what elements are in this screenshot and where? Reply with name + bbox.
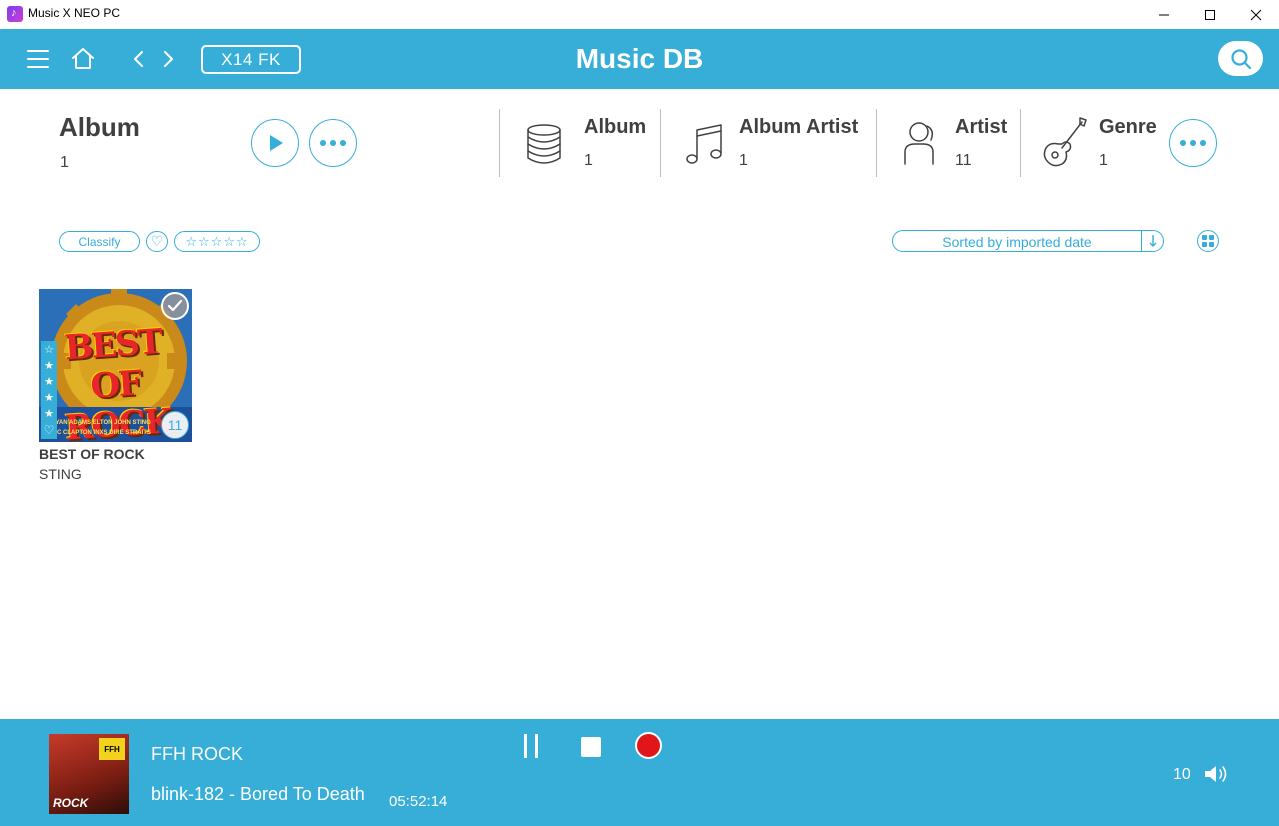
minimize-icon [1159, 14, 1169, 15]
music-note-icon [685, 122, 725, 173]
heart-icon: ♡ [150, 233, 164, 249]
maximize-button[interactable] [1187, 0, 1233, 29]
record-button[interactable] [635, 732, 662, 759]
sort-direction-button[interactable] [1141, 231, 1164, 251]
chevron-left-icon [134, 51, 143, 67]
page-title: Music DB [575, 43, 704, 74]
device-selector-button[interactable]: X14 FK [201, 45, 301, 74]
category-artist-count: 11 [955, 152, 972, 169]
maximize-icon [1205, 9, 1215, 20]
rating-filter-button[interactable]: ☆☆☆☆☆ [174, 231, 260, 252]
volume-level: 10 [1173, 766, 1191, 783]
now-playing-station: FFH ROCK [151, 744, 243, 764]
category-album-artist-count: 1 [739, 152, 748, 169]
window-title: Music X NEO PC [28, 6, 121, 20]
close-button[interactable] [1233, 0, 1279, 29]
star-rating-icon: ☆☆☆☆☆ [185, 233, 249, 249]
classify-button[interactable]: Classify [59, 231, 140, 252]
back-button[interactable] [131, 49, 147, 74]
star-outline-icon: ☆ [44, 344, 54, 356]
more-dots-icon [320, 140, 346, 146]
view-mode-button[interactable] [1197, 230, 1219, 252]
pause-button[interactable] [522, 734, 542, 758]
speaker-icon [1205, 766, 1227, 782]
stop-icon [581, 737, 601, 757]
section-count: 1 [60, 154, 69, 171]
sort-dropdown[interactable]: Sorted by imported date [892, 230, 1164, 252]
divider [499, 109, 500, 177]
minimize-button[interactable] [1141, 0, 1187, 29]
now-playing-cover-label: ROCK [53, 796, 89, 810]
divider [876, 109, 877, 177]
album-cover[interactable]: BEST OF ROCK BRYAN ADAMS ELTON JOHN STIN… [39, 289, 192, 442]
categories-more-button[interactable] [1169, 119, 1217, 167]
play-icon [270, 135, 283, 151]
category-artist-label[interactable]: Artist [955, 116, 1007, 139]
sort-label: Sorted by imported date [942, 234, 1092, 250]
chevron-right-icon [164, 51, 173, 67]
heart-icon[interactable]: ♡ [44, 424, 55, 436]
now-playing-track: blink-182 - Bored To Death [151, 784, 365, 804]
divider [1020, 109, 1021, 177]
category-genre-label[interactable]: Genre [1099, 116, 1157, 139]
forward-button[interactable] [160, 49, 176, 74]
album-artist[interactable]: STING [39, 466, 192, 482]
close-icon [1250, 9, 1262, 20]
menu-button[interactable] [26, 48, 50, 75]
person-icon [901, 120, 941, 171]
player-bar: FFH ROCK FFH ROCK blink-182 - Bored To D… [0, 719, 1279, 826]
category-album-artist-label[interactable]: Album Artist [739, 116, 858, 139]
category-genre-count: 1 [1099, 152, 1108, 169]
guitar-icon [1040, 114, 1090, 177]
favorite-filter-button[interactable]: ♡ [146, 231, 168, 252]
grid-view-icon [1202, 235, 1214, 247]
now-playing-cover[interactable]: FFH ROCK [49, 734, 129, 814]
now-playing-cover-badge: FFH [99, 738, 125, 760]
record-icon [635, 732, 662, 759]
play-all-button[interactable] [251, 119, 299, 167]
app-logo-icon: ♪ [7, 6, 23, 22]
album-select-checkbox[interactable] [161, 292, 189, 320]
volume-button[interactable] [1203, 763, 1229, 790]
album-title[interactable]: BEST OF ROCK [39, 446, 192, 462]
star-icon: ★ [44, 376, 54, 388]
star-icon: ★ [44, 408, 54, 420]
album-rating[interactable]: ☆ ★ ★ ★ ★ ♡ [41, 341, 57, 439]
check-icon [167, 299, 183, 312]
window-titlebar: ♪ Music X NEO PC [0, 0, 1279, 29]
section-title: Album [59, 112, 140, 142]
star-icon: ★ [44, 392, 54, 404]
arrow-down-icon [1149, 235, 1157, 247]
stop-button[interactable] [581, 737, 601, 757]
star-icon: ★ [44, 360, 54, 372]
album-card[interactable]: BEST OF ROCK BRYAN ADAMS ELTON JOHN STIN… [39, 289, 192, 482]
hamburger-icon [27, 50, 49, 68]
search-button[interactable] [1218, 41, 1263, 76]
database-icon [524, 122, 564, 173]
album-track-count: 11 [161, 411, 189, 439]
app-header: X14 FK Music DB [0, 29, 1279, 89]
category-album-label[interactable]: Album [584, 116, 646, 139]
section-more-button[interactable] [309, 119, 357, 167]
divider [660, 109, 661, 177]
home-icon [72, 48, 94, 69]
home-button[interactable] [70, 46, 96, 77]
search-icon [1230, 48, 1251, 69]
more-dots-icon [1180, 140, 1206, 146]
category-album-count: 1 [584, 152, 593, 169]
now-playing-time: 05:52:14 [389, 793, 448, 810]
